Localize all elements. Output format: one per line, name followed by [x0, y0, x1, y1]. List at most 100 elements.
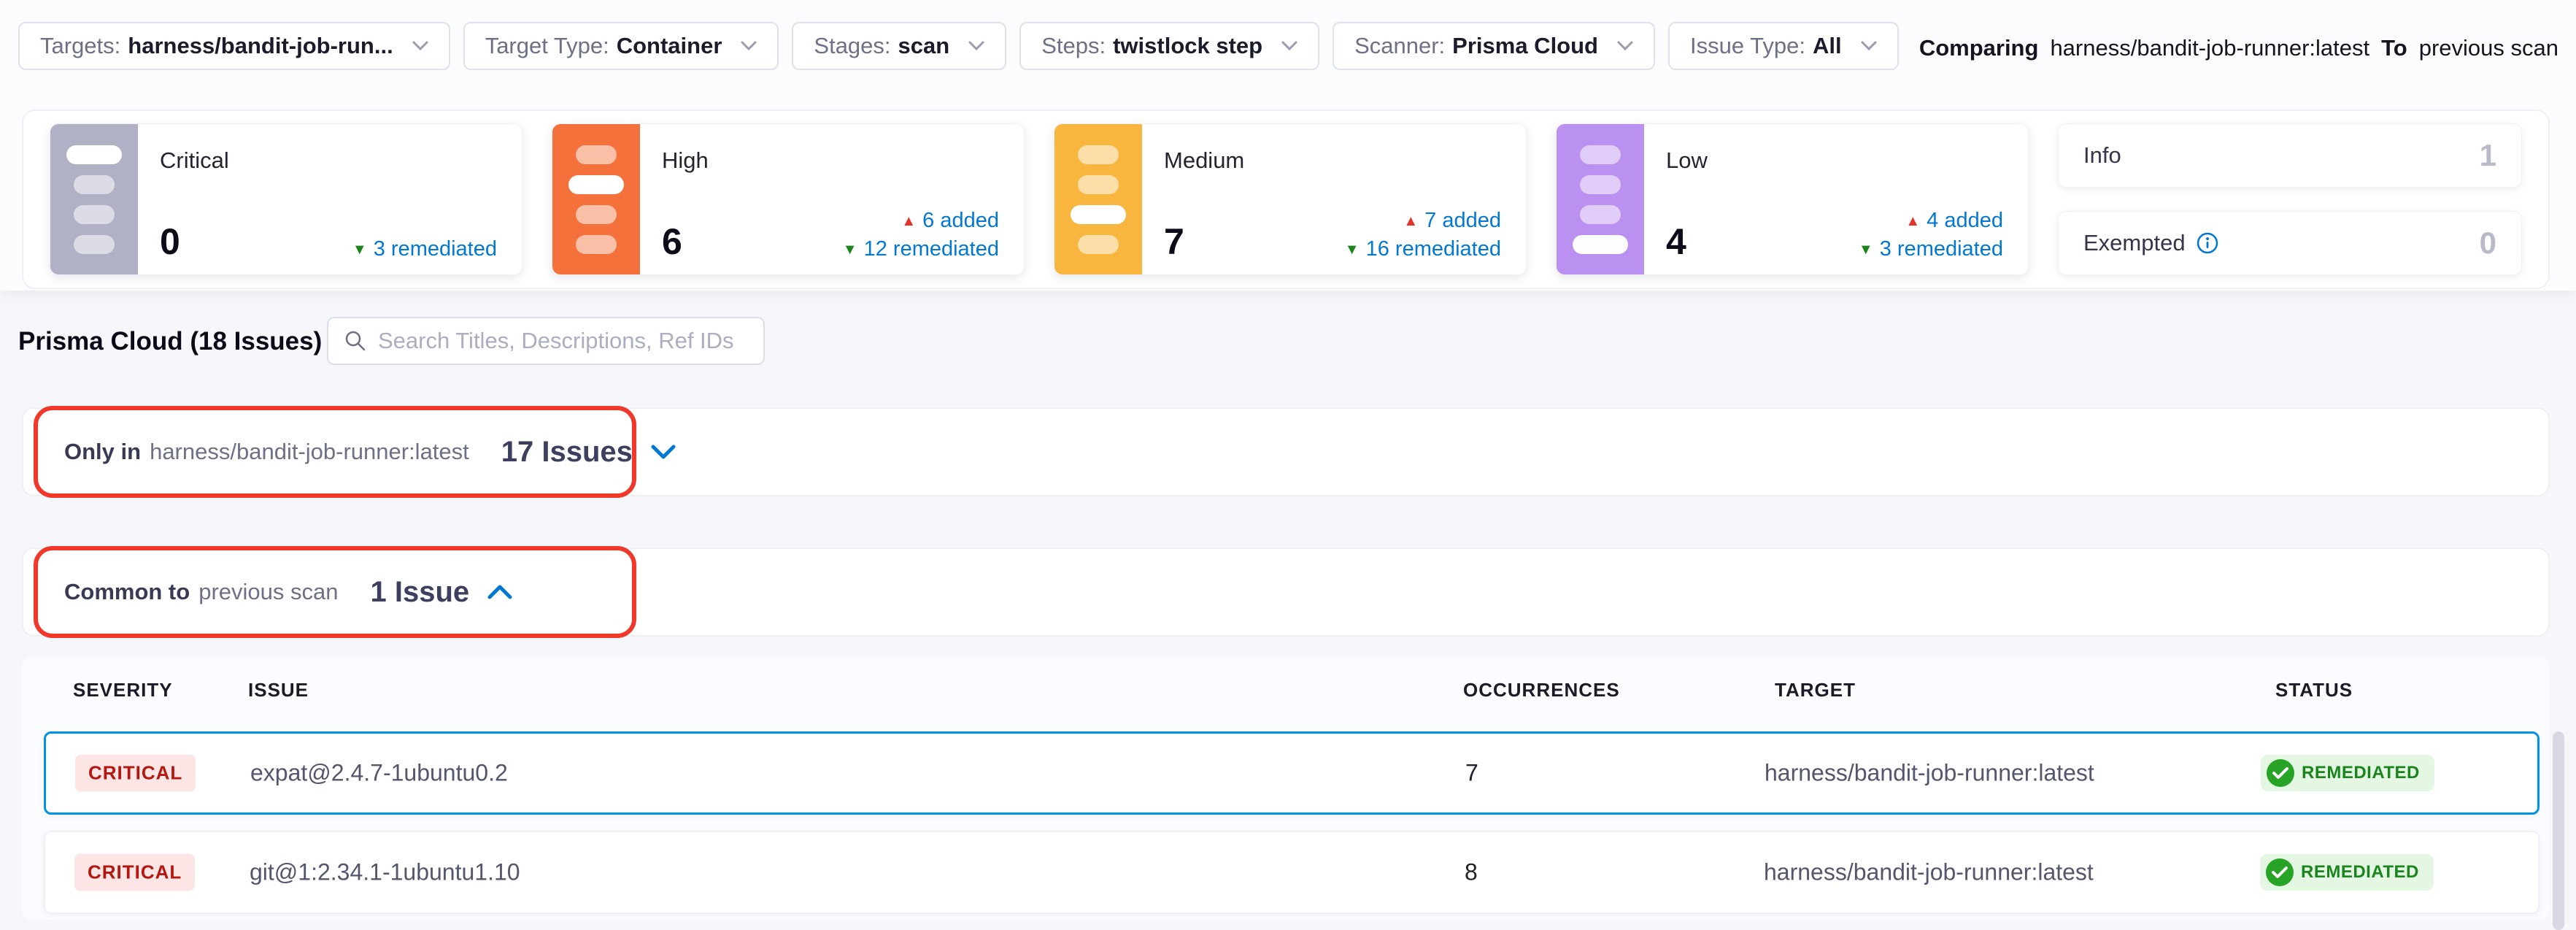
chevron-down-icon — [1861, 41, 1877, 52]
remediated-down-icon: ▼ — [1345, 242, 1360, 257]
status-label: REMEDIATED — [2302, 763, 2420, 783]
remediated-link[interactable]: ▼ 12 remediated — [843, 239, 999, 260]
severity-pill — [2294, 417, 2405, 487]
issues-table-header: SEVERITYISSUEOCCURRENCESTARGETSTATUS — [0, 669, 2576, 712]
section-label-target: previous scan — [198, 579, 338, 605]
check-icon — [2266, 858, 2294, 886]
filter-label: Stages: — [814, 33, 890, 59]
status-label: REMEDIATED — [2301, 862, 2419, 883]
page-title: Prisma Cloud (18 Issues) — [18, 327, 322, 356]
chevron-down-icon — [412, 41, 428, 52]
filter-dropdown[interactable]: Stages: scan — [792, 22, 1006, 70]
filter-dropdown[interactable]: Issue Type: All — [1668, 22, 1899, 70]
severity-pill — [1839, 557, 1950, 627]
filter-dropdown[interactable]: Scanner: Prisma Cloud — [1333, 22, 1655, 70]
severity-card-label: High — [662, 147, 999, 174]
severity-pill-row — [1836, 417, 2519, 487]
chevron-down-icon — [968, 41, 984, 52]
remediated-down-icon: ▼ — [352, 242, 367, 257]
severity-pill — [2408, 557, 2519, 627]
target-name: harness/bandit-job-runner:latest — [1765, 760, 2094, 787]
side-card-count: 0 — [2480, 226, 2496, 261]
chevron-down-icon — [741, 41, 757, 52]
chevron-toggle-icon[interactable] — [487, 583, 513, 601]
check-icon — [2267, 759, 2294, 787]
column-header: TARGET — [1775, 679, 1856, 702]
comparing-connector: To — [2381, 35, 2407, 61]
severity-pill — [2067, 557, 2178, 627]
target-name: harness/bandit-job-runner:latest — [1764, 859, 2094, 886]
severity-card-label: Low — [1666, 147, 2003, 174]
severity-pill — [1953, 557, 2064, 627]
severity-card: Low 4 ▲ 4 added ▼ 3 remediated — [1556, 123, 2029, 275]
filter-label: Targets: — [40, 33, 120, 59]
search-input[interactable] — [378, 328, 749, 354]
added-link[interactable]: ▲ 7 added — [1403, 210, 1501, 231]
chevron-down-icon — [1617, 41, 1633, 52]
comparison-sections: Only in harness/bandit-job-runner:latest… — [22, 407, 2550, 637]
filter-value: twistlock step — [1113, 33, 1262, 59]
table-row[interactable]: CRITICAL expat@2.4.7-1ubuntu0.2 7 harnes… — [44, 731, 2540, 815]
filter-dropdown[interactable]: Targets: harness/bandit-job-run... — [18, 22, 450, 70]
search-icon — [343, 328, 368, 353]
chevron-toggle-icon[interactable] — [650, 443, 676, 461]
added-label: 4 added — [1927, 210, 2003, 231]
filter-value: Container — [617, 33, 722, 59]
added-up-icon: ▲ — [1905, 214, 1920, 228]
comparing-prefix: Comparing — [1919, 35, 2039, 61]
remediated-label: 3 remediated — [374, 239, 497, 260]
severity-card-count: 6 — [662, 223, 682, 260]
filter-label: Target Type: — [485, 33, 609, 59]
severity-pill — [2067, 417, 2178, 487]
info-icon[interactable] — [2196, 231, 2219, 255]
section-issue-count: 1 Issue — [370, 576, 469, 609]
severity-card-count: 4 — [1666, 223, 1686, 260]
comparing-summary: Comparingharness/bandit-job-runner:lates… — [1919, 35, 2558, 61]
side-summary-card: Exempted 0 — [2058, 211, 2522, 275]
severity-summary-container: Critical 0 ▲ ▼ 3 remediated Hig — [22, 109, 2550, 289]
added-label: 6 added — [922, 210, 999, 231]
added-link[interactable]: ▲ 6 added — [901, 210, 999, 231]
remediated-link[interactable]: ▼ 3 remediated — [1859, 239, 2003, 260]
info-exempted-column: Info 1 Exempted 0 — [2058, 123, 2522, 275]
filter-value: All — [1813, 33, 1842, 59]
added-up-icon: ▲ — [1403, 214, 1418, 228]
issue-name: git@1:2.34.1-1ubuntu1.10 — [250, 859, 520, 886]
comparison-section-header[interactable]: Common to previous scan 1 Issue — [22, 547, 2550, 637]
status-badge: REMEDIATED — [2260, 854, 2434, 891]
severity-level-icon — [50, 124, 138, 274]
severity-level-icon — [1054, 124, 1142, 274]
severity-pill — [2294, 557, 2405, 627]
severity-pill — [1953, 417, 2064, 487]
section-issue-count: 17 Issues — [501, 436, 633, 469]
occurrences-count: 8 — [1465, 859, 1478, 886]
comparison-section-header[interactable]: Only in harness/bandit-job-runner:latest… — [22, 407, 2550, 496]
status-badge: REMEDIATED — [2261, 755, 2434, 791]
section-label-bold: Only in — [64, 439, 141, 465]
column-header: STATUS — [2275, 679, 2353, 702]
issues-table-body: CRITICAL expat@2.4.7-1ubuntu0.2 7 harnes… — [44, 731, 2540, 930]
column-header: ISSUE — [248, 679, 309, 702]
side-summary-card: Info 1 — [2058, 123, 2522, 188]
remediated-link[interactable]: ▼ 3 remediated — [352, 239, 497, 260]
side-card-count: 1 — [2480, 138, 2496, 173]
added-label: 7 added — [1424, 210, 1501, 231]
scrollbar-thumb[interactable] — [2553, 731, 2564, 930]
severity-card-count: 7 — [1164, 223, 1184, 260]
side-card-label: Exempted — [2083, 230, 2186, 256]
filter-dropdown[interactable]: Target Type: Container — [463, 22, 779, 70]
filter-label: Steps: — [1041, 33, 1106, 59]
filter-value: Prisma Cloud — [1452, 33, 1598, 59]
table-row[interactable]: CRITICAL git@1:2.34.1-1ubuntu1.10 8 harn… — [44, 831, 2540, 914]
severity-card: Medium 7 ▲ 7 added ▼ 16 remediated — [1054, 123, 1527, 275]
severity-card: High 6 ▲ 6 added ▼ 12 remediated — [552, 123, 1025, 275]
remediated-link[interactable]: ▼ 16 remediated — [1345, 239, 1501, 260]
severity-card-label: Critical — [160, 147, 497, 174]
search-box — [327, 317, 765, 365]
filter-dropdown[interactable]: Steps: twistlock step — [1019, 22, 1319, 70]
severity-badge: CRITICAL — [74, 854, 195, 891]
chevron-down-icon — [1281, 41, 1297, 52]
filter-value: harness/bandit-job-run... — [128, 33, 393, 59]
issue-name: expat@2.4.7-1ubuntu0.2 — [250, 760, 508, 787]
added-link[interactable]: ▲ 4 added — [1905, 210, 2003, 231]
